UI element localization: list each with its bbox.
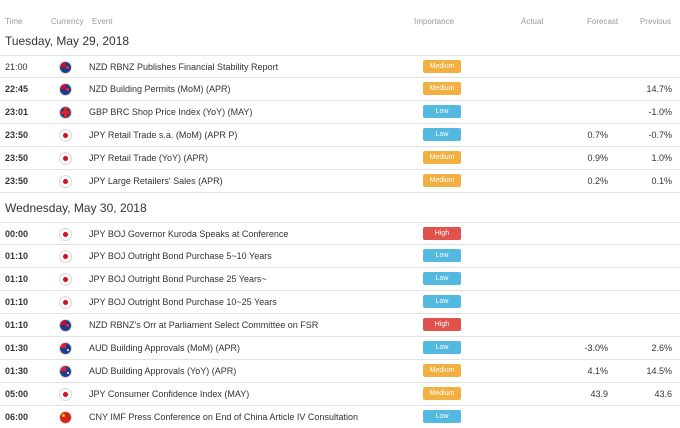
event-row[interactable]: 21:00 NZD RBNZ Publishes Financial Stabil… [0,55,680,78]
event-time: 22:45 [5,84,29,94]
new-zealand-flag-icon [59,61,72,74]
event-name[interactable]: NZD RBNZ Publishes Financial Stability R… [89,62,278,72]
event-time: 23:01 [5,107,29,117]
event-name[interactable]: AUD Building Approvals (YoY) (APR) [89,366,236,376]
importance-badge: Low [423,341,461,354]
event-row[interactable]: 01:10 JPY BOJ Outright Bond Purchase 5~10… [0,245,680,268]
event-name[interactable]: JPY BOJ Governor Kuroda Speaks at Confer… [89,229,288,239]
event-time: 01:30 [5,366,29,376]
japan-flag-icon [59,228,72,241]
china-flag-icon [59,411,72,424]
importance-badge: Low [423,105,461,118]
previous-value: 1.0% [651,153,672,163]
previous-value: -0.7% [648,130,672,140]
importance-badge: Low [423,410,461,423]
event-time: 23:50 [5,130,29,140]
previous-value: -1.0% [648,107,672,117]
header-previous[interactable]: Previous [640,17,671,26]
event-name[interactable]: JPY Consumer Confidence Index (MAY) [89,389,249,399]
event-name[interactable]: JPY Retail Trade s.a. (MoM) (APR P) [89,130,237,140]
japan-flag-icon [59,129,72,142]
event-time: 01:10 [5,251,29,261]
header-forecast[interactable]: Forecast [587,17,618,26]
table-header: Time Currency Event Importance Actual Fo… [0,0,680,28]
event-row[interactable]: 22:45 NZD Building Permits (MoM) (APR) Med… [0,78,680,101]
importance-badge: Medium [423,60,461,73]
event-row[interactable]: 23:50 JPY Large Retailers' Sales (APR) Med… [0,170,680,193]
event-time: 01:10 [5,274,29,284]
importance-badge: Medium [423,174,461,187]
event-time: 06:00 [5,412,29,422]
importance-badge: Low [423,249,461,262]
event-name[interactable]: CNY IMF Press Conference on End of China… [89,412,358,422]
importance-badge: Medium [423,151,461,164]
event-time: 23:50 [5,153,29,163]
event-row[interactable]: 06:00 CNY IMF Press Conference on End of … [0,406,680,428]
previous-value: 2.6% [651,343,672,353]
importance-badge: High [423,318,461,331]
australia-flag-icon [59,342,72,355]
forecast-value: -3.0% [584,343,608,353]
new-zealand-flag-icon [59,83,72,96]
japan-flag-icon [59,175,72,188]
event-time: 01:10 [5,320,29,330]
event-name[interactable]: JPY BOJ Outright Bond Purchase 10~25 Yea… [89,297,277,307]
previous-value: 14.5% [646,366,672,376]
forecast-value: 0.2% [587,176,608,186]
event-row[interactable]: 01:30 AUD Building Approvals (MoM) (APR) L… [0,337,680,360]
previous-value: 43.6 [654,389,672,399]
event-row[interactable]: 01:10 NZD RBNZ's Orr at Parliament Select… [0,314,680,337]
importance-badge: Medium [423,364,461,377]
header-currency[interactable]: Currency [51,17,83,26]
previous-value: 14.7% [646,84,672,94]
event-name[interactable]: NZD RBNZ's Orr at Parliament Select Comm… [89,320,318,330]
day-heading: Wednesday, May 30, 2018 [5,201,147,215]
importance-badge: Low [423,128,461,141]
event-name[interactable]: NZD Building Permits (MoM) (APR) [89,84,231,94]
event-name[interactable]: JPY Large Retailers' Sales (APR) [89,176,223,186]
importance-badge: Medium [423,82,461,95]
event-row[interactable]: 23:50 JPY Retail Trade (YoY) (APR) Medium 0… [0,147,680,170]
japan-flag-icon [59,296,72,309]
importance-badge: Low [423,295,461,308]
japan-flag-icon [59,273,72,286]
event-row[interactable]: 01:10 JPY BOJ Outright Bond Purchase 25 Y… [0,268,680,291]
australia-flag-icon [59,365,72,378]
previous-value: 0.1% [651,176,672,186]
header-importance[interactable]: Importance [414,17,454,26]
header-actual[interactable]: Actual [521,17,543,26]
event-time: 01:30 [5,343,29,353]
importance-badge: Low [423,272,461,285]
japan-flag-icon [59,388,72,401]
event-row[interactable]: 23:01 GBP BRC Shop Price Index (YoY) (MAY… [0,101,680,124]
importance-badge: Medium [423,387,461,400]
event-row[interactable]: 23:50 JPY Retail Trade s.a. (MoM) (APR P)… [0,124,680,147]
event-row[interactable]: 01:10 JPY BOJ Outright Bond Purchase 10~2… [0,291,680,314]
united-kingdom-flag-icon [59,106,72,119]
header-time[interactable]: Time [5,17,22,26]
event-row[interactable]: 01:30 AUD Building Approvals (YoY) (APR) M… [0,360,680,383]
event-time: 23:50 [5,176,29,186]
forecast-value: 4.1% [587,366,608,376]
event-name[interactable]: JPY BOJ Outright Bond Purchase 25 Years~ [89,274,267,284]
day-heading: Tuesday, May 29, 2018 [5,34,130,48]
event-row[interactable]: 00:00 JPY BOJ Governor Kuroda Speaks at C… [0,222,680,245]
event-time: 05:00 [5,389,29,399]
event-time: 01:10 [5,297,29,307]
event-time: 00:00 [5,229,29,239]
japan-flag-icon [59,152,72,165]
event-name[interactable]: AUD Building Approvals (MoM) (APR) [89,343,240,353]
event-row[interactable]: 05:00 JPY Consumer Confidence Index (MAY)… [0,383,680,406]
event-name[interactable]: JPY Retail Trade (YoY) (APR) [89,153,208,163]
forecast-value: 43.9 [590,389,608,399]
new-zealand-flag-icon [59,319,72,332]
event-time: 21:00 [5,62,28,72]
event-name[interactable]: JPY BOJ Outright Bond Purchase 5~10 Year… [89,251,272,261]
importance-badge: High [423,227,461,240]
event-name[interactable]: GBP BRC Shop Price Index (YoY) (MAY) [89,107,252,117]
header-event[interactable]: Event [92,17,112,26]
forecast-value: 0.9% [587,153,608,163]
japan-flag-icon [59,250,72,263]
forecast-value: 0.7% [587,130,608,140]
